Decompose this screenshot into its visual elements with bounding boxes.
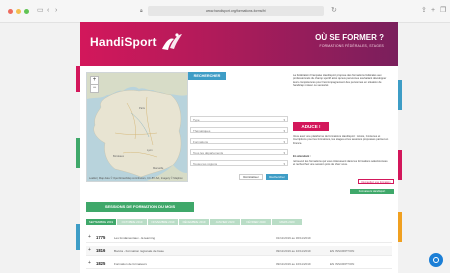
browser-toolbar: ▭ ‹ › 🔒︎ www.handisport.org/formations-f…: [0, 0, 450, 23]
session-number: 1775: [96, 235, 106, 240]
sidebar-icon[interactable]: ▭: [37, 6, 44, 16]
map-attribution: Leaflet | Map data © OpenStreetMap contr…: [89, 177, 183, 180]
svg-text:Paris: Paris: [139, 106, 146, 110]
chevron-down-icon: ▾: [283, 151, 285, 155]
waiting-title: En attendant :: [293, 155, 311, 158]
session-date: 01/11/2019 au 30/11/2019: [276, 236, 311, 240]
chat-widget-button[interactable]: [429, 253, 443, 267]
expand-icon[interactable]: +: [88, 235, 91, 240]
session-date: 09/11/2019 au 10/11/2019: [276, 249, 311, 253]
svg-text:Marseille: Marseille: [153, 166, 164, 170]
announcement-badge: ADUCE !: [293, 122, 329, 131]
decor-stripe: [398, 150, 402, 180]
svg-text:Lyon: Lyon: [147, 148, 153, 152]
request-training-link[interactable]: Demandez une formation: [358, 179, 394, 184]
france-map[interactable]: Paris Lyon Bordeaux Marseille + − Leafle…: [86, 72, 188, 182]
expand-icon[interactable]: +: [88, 261, 91, 266]
waiting-text: retrouvez les formations qui vous intére…: [293, 160, 388, 167]
tab-month[interactable]: SEPTEMBRE 2019: [86, 219, 116, 225]
month-tabs: SEPTEMBRE 2019 OCTOBRE 2019 NOVEMBRE 201…: [86, 219, 392, 225]
page-subtitle: FORMATIONS FÉDÉRALES, STAGES: [319, 44, 384, 48]
search-title: RECHERCHER: [188, 72, 226, 80]
decor-stripe: [398, 212, 402, 242]
session-title[interactable]: Les fondamentaux - E-learning: [114, 236, 155, 240]
close-window-button[interactable]: [8, 9, 13, 14]
tab-month[interactable]: FÉVRIER 2020: [241, 219, 271, 225]
reload-icon[interactable]: ↻: [331, 6, 337, 16]
svg-text:Bordeaux: Bordeaux: [113, 154, 125, 158]
tabs-icon[interactable]: ❐: [440, 6, 446, 16]
trainers-link[interactable]: Formateurs Handisport: [350, 189, 394, 194]
zoom-out-button[interactable]: −: [90, 84, 99, 93]
chevron-down-icon: ▾: [283, 140, 285, 144]
chevron-down-icon: ▾: [283, 118, 285, 122]
sessions-section: SESSIONS DE FORMATION DU MOIS SEPTEMBRE …: [86, 202, 392, 273]
tab-month[interactable]: DÉCEMBRE 2019: [179, 219, 209, 225]
reset-button[interactable]: Réinitialiser: [239, 174, 263, 180]
back-icon[interactable]: ‹: [47, 6, 49, 16]
athlete-logo-icon: [162, 33, 182, 50]
lock-icon: 🔒︎: [140, 8, 143, 14]
session-title[interactable]: Formation de formateurs: [114, 262, 147, 266]
page-title: OÙ SE FORMER ?: [315, 33, 384, 42]
tab-month[interactable]: JANVIER 2020: [210, 219, 240, 225]
tab-month[interactable]: MARS 2020: [272, 219, 302, 225]
search-panel: RECHERCHER Type ▾ Thématiques ▾ Formations…: [188, 72, 292, 180]
session-title[interactable]: Boccia - Formation régionale de base: [114, 249, 164, 253]
training-select[interactable]: Formations ▾: [190, 138, 288, 144]
chevron-down-icon: ▾: [283, 129, 285, 133]
type-select[interactable]: Type ▾: [190, 116, 288, 122]
sessions-title: SESSIONS DE FORMATION DU MOIS: [86, 202, 194, 212]
address-bar[interactable]: www.handisport.org/formations-forms/fr/: [148, 6, 324, 16]
session-status: EN INSCRIPTION: [330, 262, 355, 266]
maximize-window-button[interactable]: [24, 9, 29, 14]
session-number: 1816: [96, 248, 106, 253]
theme-select[interactable]: Thématiques ▾: [190, 127, 288, 133]
expand-icon[interactable]: +: [88, 248, 91, 253]
session-date: 09/11/2019 au 10/11/2019: [276, 262, 311, 266]
site-logo[interactable]: HandiSport: [90, 35, 157, 49]
france-map-shape: Paris Lyon Bordeaux Marseille: [87, 73, 187, 181]
session-row[interactable]: + 1775 Les fondamentaux - E-learning 01/…: [86, 233, 392, 243]
session-number: 1825: [96, 261, 106, 266]
share-icon[interactable]: ⇪: [421, 6, 427, 16]
announcement-text: Vous avez une plateforme de formations H…: [293, 135, 389, 145]
site-header: HandiSport OÙ SE FORMER ? FORMATIONS FÉD…: [80, 22, 398, 66]
decor-stripe: [398, 80, 402, 110]
forward-icon[interactable]: ›: [55, 6, 57, 16]
minimize-window-button[interactable]: [16, 9, 21, 14]
session-row[interactable]: + 1825 Formation de formateurs 09/11/201…: [86, 259, 392, 269]
new-tab-icon[interactable]: +: [431, 6, 435, 16]
intro-text: La Fédération Française Handisport propo…: [293, 74, 387, 88]
session-row[interactable]: + 1816 Boccia - Formation régionale de b…: [86, 246, 392, 256]
search-button[interactable]: Rechercher: [266, 174, 288, 180]
session-status: EN INSCRIPTION: [330, 249, 355, 253]
info-column: La Fédération Française Handisport propo…: [293, 72, 393, 192]
tab-month[interactable]: OCTOBRE 2019: [117, 219, 147, 225]
chevron-down-icon: ▾: [283, 162, 285, 166]
department-select[interactable]: Tous les départements ▾: [190, 149, 288, 155]
tab-month[interactable]: NOVEMBRE 2019: [148, 219, 178, 225]
web-page: HandiSport OÙ SE FORMER ? FORMATIONS FÉD…: [80, 22, 398, 273]
region-select[interactable]: Toutes les régions ▾: [190, 160, 288, 166]
